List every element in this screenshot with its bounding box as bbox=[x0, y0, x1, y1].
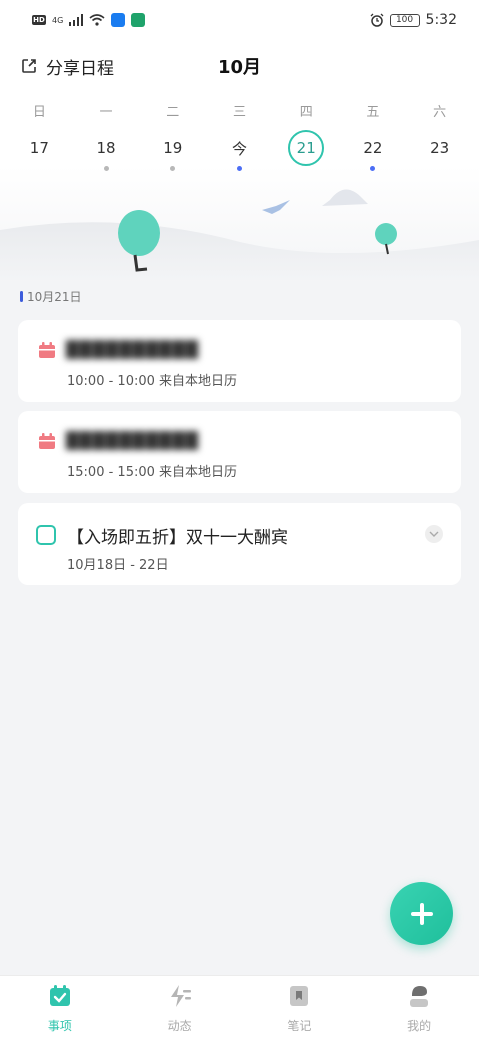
landscape-illustration bbox=[0, 189, 479, 280]
status-bar: HD 4G 100 5:32 bbox=[0, 0, 479, 40]
event-title-row: ██████████ bbox=[38, 340, 199, 359]
day-number: 19 bbox=[163, 139, 183, 157]
event-card[interactable]: ██████████ 15:00 - 15:00 来自本地日历 bbox=[18, 411, 461, 493]
person-icon bbox=[410, 986, 429, 1007]
activity-icon bbox=[170, 985, 191, 1007]
event-card[interactable]: ██████████ 10:00 - 10:00 来自本地日历 bbox=[18, 320, 461, 402]
task-card[interactable]: 【入场即五折】双十一大酬宾 10月18日 - 22日 bbox=[18, 503, 461, 585]
day-cell[interactable]: 一 18 bbox=[73, 102, 140, 171]
day-number: 今 bbox=[231, 139, 247, 158]
nav-label: 笔记 bbox=[287, 1019, 312, 1033]
event-subtitle: 10:00 - 10:00 来自本地日历 bbox=[67, 374, 238, 389]
app-notification-icon-2 bbox=[131, 13, 146, 27]
date-text: 10月21日 bbox=[27, 290, 82, 304]
battery-icon: 100 bbox=[389, 13, 420, 27]
calendar-check-icon bbox=[49, 985, 70, 1006]
weekday-label: 四 bbox=[299, 105, 313, 120]
date-section-label: 10月21日 bbox=[20, 288, 82, 305]
weekday-label: 二 bbox=[166, 105, 180, 120]
weekday-label: 一 bbox=[99, 105, 113, 120]
weekday-label: 日 bbox=[32, 105, 46, 120]
bottom-nav: 事项 动态 笔记 我的 bbox=[0, 975, 479, 1038]
day-cell[interactable]: 六 23 bbox=[406, 102, 473, 171]
chevron-down-icon bbox=[429, 531, 439, 537]
task-title: 【入场即五折】双十一大酬宾 bbox=[67, 528, 288, 548]
day-number: 22 bbox=[363, 139, 383, 157]
day-cell[interactable]: 日 17 bbox=[6, 102, 73, 171]
weekday-label: 三 bbox=[232, 105, 246, 120]
status-left: HD 4G bbox=[32, 13, 146, 27]
add-button[interactable] bbox=[390, 882, 453, 945]
event-title: ██████████ bbox=[66, 431, 200, 450]
status-time: 5:32 bbox=[425, 12, 457, 28]
calendar-icon bbox=[39, 432, 55, 449]
alarm-icon bbox=[370, 13, 384, 27]
weekday-label: 六 bbox=[433, 105, 447, 120]
nav-label: 动态 bbox=[167, 1019, 192, 1033]
app-notification-icon bbox=[111, 13, 126, 27]
weekday-label: 五 bbox=[366, 105, 380, 120]
event-title-row: ██████████ bbox=[38, 431, 199, 450]
event-title: ██████████ bbox=[66, 340, 200, 359]
day-number: 18 bbox=[96, 139, 116, 157]
nav-item-activity[interactable]: 动态 bbox=[120, 976, 240, 1038]
status-right: 100 5:32 bbox=[370, 12, 457, 28]
day-cell-today[interactable]: 三 今 bbox=[206, 102, 273, 171]
day-number: 23 bbox=[430, 139, 450, 157]
expand-button[interactable] bbox=[425, 525, 443, 543]
event-subtitle: 15:00 - 15:00 来自本地日历 bbox=[67, 465, 238, 480]
network-label: 4G bbox=[52, 15, 64, 25]
hd-icon: HD bbox=[32, 15, 46, 25]
day-number: 21 bbox=[288, 130, 325, 166]
nav-item-events[interactable]: 事项 bbox=[0, 976, 120, 1038]
day-cell[interactable]: 五 22 bbox=[340, 102, 407, 171]
date-marker bbox=[20, 291, 23, 302]
bookmark-icon bbox=[290, 986, 309, 1006]
nav-label: 事项 bbox=[47, 1019, 72, 1033]
day-cell-selected[interactable]: 四 21 bbox=[273, 102, 340, 171]
wifi-icon bbox=[89, 14, 105, 26]
day-number: 17 bbox=[29, 139, 49, 157]
nav-item-notes[interactable]: 笔记 bbox=[240, 976, 360, 1038]
nav-label: 我的 bbox=[407, 1019, 432, 1033]
week-strip: 日 17 一 18 二 19 三 今 四 21 五 22 六 23 bbox=[6, 102, 473, 171]
task-checkbox[interactable] bbox=[36, 525, 56, 545]
task-subtitle: 10月18日 - 22日 bbox=[67, 558, 169, 573]
header: 分享日程 10月 bbox=[0, 48, 479, 84]
month-title[interactable]: 10月 bbox=[0, 53, 479, 79]
nav-item-profile[interactable]: 我的 bbox=[359, 976, 479, 1038]
day-cell[interactable]: 二 19 bbox=[139, 102, 206, 171]
calendar-icon bbox=[39, 341, 55, 358]
plus-icon bbox=[410, 902, 433, 925]
signal-icon bbox=[69, 14, 84, 26]
